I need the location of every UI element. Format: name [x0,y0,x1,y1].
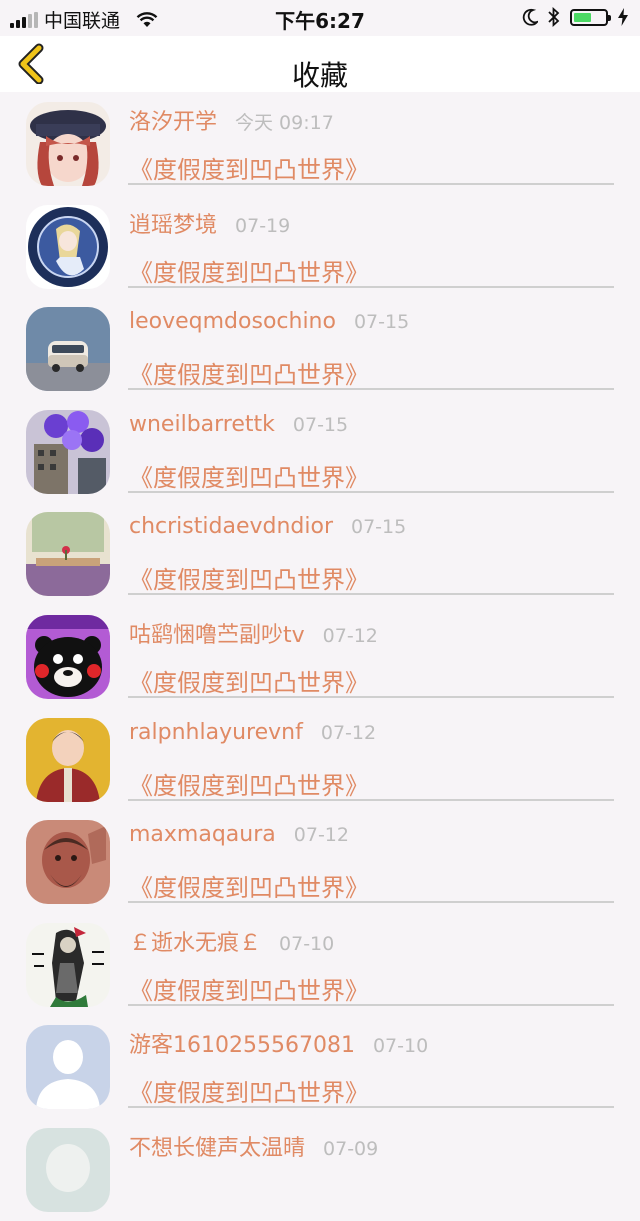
list-item[interactable]: 咕鹞悃噜苎副吵tv 07-12 《度假度到凹凸世界》 [0,605,640,708]
avatar[interactable] [26,614,110,699]
user-name-text: wneilbarrettk [129,411,275,437]
user-name: chcristidaevdndior 07-15 [129,514,406,539]
item-date: 07-15 [353,311,410,334]
user-name-text: 游客1610255567081 [129,1033,355,1059]
item-date: 今天 09:17 [235,112,334,134]
item-date: 07-19 [235,214,291,237]
list-item[interactable]: 游客1610255567081 07-10 《度假度到凹凸世界》 [0,1015,640,1118]
list-item[interactable]: wneilbarrettk 07-15 《度假度到凹凸世界》 [0,400,640,503]
user-name: 洛汐开学 今天 09:17 [129,104,334,136]
charging-icon [618,8,628,26]
favorites-list: 洛汐开学 今天 09:17 《度假度到凹凸世界》 逍瑶梦境 07-19 《度假度到凹… [0,92,640,1221]
status-right [522,7,628,27]
user-name-text: leoveqmdosochino [129,309,336,335]
item-date: 07-12 [293,824,349,847]
user-name-text: ralpnhlayurevnf [129,719,303,745]
user-name: maxmaqaura 07-12 [129,822,349,847]
moon-icon [522,8,538,26]
user-name-text: 不想长健声太温晴 [129,1135,306,1161]
favorite-title-link[interactable]: 《度假度到凹凸世界》 [129,355,369,390]
user-name: 咕鹞悃噜苎副吵tv 07-12 [129,617,378,649]
list-item[interactable]: 逍瑶梦境 07-19 《度假度到凹凸世界》 [0,195,640,298]
avatar[interactable] [26,922,110,1007]
status-bar: 中国联通 下午6:27 [0,0,640,36]
list-item[interactable]: 洛汐开学 今天 09:17 《度假度到凹凸世界》 [0,92,640,195]
favorite-title-link[interactable]: 《度假度到凹凸世界》 [129,868,369,903]
battery-fill [574,12,591,22]
divider [128,285,614,288]
avatar[interactable] [26,409,110,494]
user-name-text: chcristidaevdndior [129,514,333,540]
user-name-text: 逍瑶梦境 [129,212,218,238]
list-item[interactable]: 不想长健声太温晴 07-09 [0,1118,640,1221]
divider [128,1106,614,1109]
favorite-title-link[interactable]: 《度假度到凹凸世界》 [129,458,369,493]
user-name-text: ￡逝水无痕￡ [129,930,262,956]
divider [128,593,614,596]
user-name: ￡逝水无痕￡ 07-10 [129,925,334,957]
divider [128,695,614,698]
user-name: wneilbarrettk 07-15 [129,412,348,437]
divider [128,901,614,904]
item-date: 07-12 [322,624,378,647]
avatar[interactable] [26,102,110,186]
item-date: 07-15 [350,516,407,539]
favorite-title-link[interactable]: 《度假度到凹凸世界》 [129,1073,369,1108]
favorite-title-link[interactable]: 《度假度到凹凸世界》 [129,766,369,801]
user-name-text: 洛汐开学 [129,110,218,135]
divider [128,183,614,185]
favorite-title-link[interactable]: 《度假度到凹凸世界》 [129,971,369,1006]
user-name: leoveqmdosochino 07-15 [129,309,409,334]
bluetooth-icon [548,7,560,27]
user-name-text: maxmaqaura [129,822,276,848]
user-name: 游客1610255567081 07-10 [129,1027,428,1059]
user-name: 逍瑶梦境 07-19 [129,207,290,239]
avatar[interactable] [26,1127,110,1212]
avatar[interactable] [26,717,110,802]
item-date: 07-15 [292,413,349,436]
divider [128,798,614,801]
divider [128,388,614,391]
item-date: 07-12 [320,721,377,744]
avatar[interactable] [26,512,110,597]
avatar[interactable] [26,307,110,392]
item-date: 07-10 [279,932,335,955]
item-date: 07-10 [372,1035,429,1058]
favorite-title-link[interactable]: 《度假度到凹凸世界》 [129,560,369,595]
nav-bar: 收藏 [0,36,640,92]
list-item[interactable]: maxmaqaura 07-12 《度假度到凹凸世界》 [0,810,640,913]
divider [128,1003,614,1006]
user-name-text: 咕鹞悃噜苎副吵tv [129,622,305,648]
list-item[interactable]: ￡逝水无痕￡ 07-10 《度假度到凹凸世界》 [0,913,640,1016]
divider [128,490,614,493]
favorite-title-link[interactable]: 《度假度到凹凸世界》 [129,663,369,698]
item-date: 07-09 [323,1137,379,1160]
avatar[interactable] [26,204,110,289]
list-item[interactable]: chcristidaevdndior 07-15 《度假度到凹凸世界》 [0,502,640,605]
favorite-title-link[interactable]: 《度假度到凹凸世界》 [129,253,369,288]
avatar[interactable] [26,820,110,905]
favorite-title-link[interactable]: 《度假度到凹凸世界》 [129,150,369,185]
list-item[interactable]: ralpnhlayurevnf 07-12 《度假度到凹凸世界》 [0,708,640,811]
list-item[interactable]: leoveqmdosochino 07-15 《度假度到凹凸世界》 [0,297,640,400]
page-title: 收藏 [291,59,348,92]
user-name: 不想长健声太温晴 07-09 [129,1130,378,1162]
avatar[interactable] [26,1025,110,1110]
battery-icon [570,8,611,26]
user-name: ralpnhlayurevnf 07-12 [129,720,376,745]
